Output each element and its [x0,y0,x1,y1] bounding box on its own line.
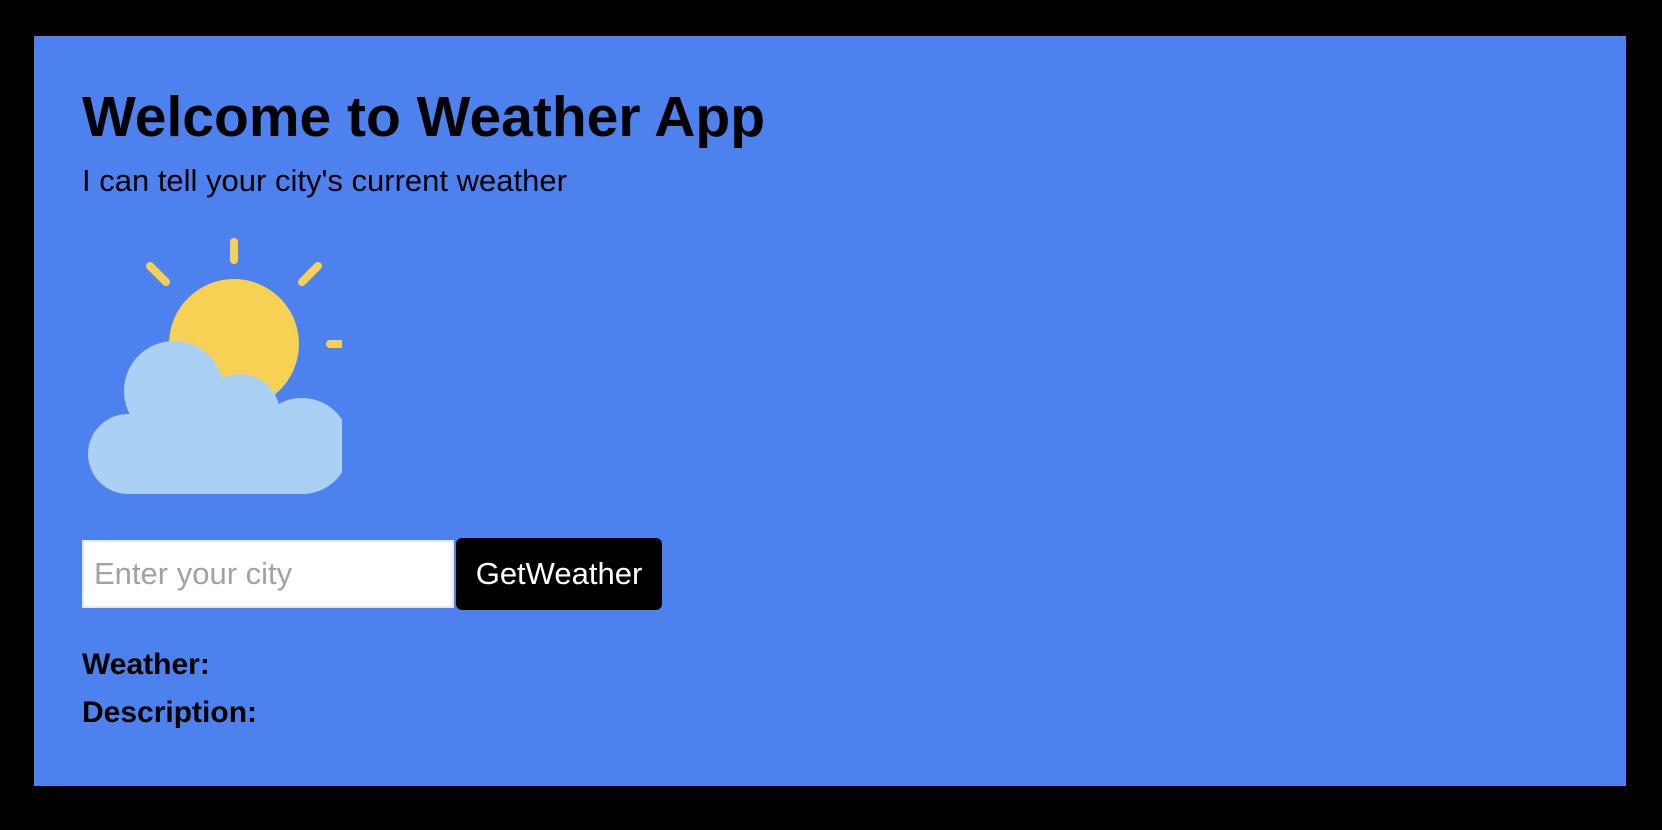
description-result: Description: [82,696,257,730]
partly-cloudy-icon [88,238,342,494]
weather-app-panel: Welcome to Weather App I can tell your c… [34,36,1626,786]
cloud-shape [88,341,342,494]
page-subtitle: I can tell your city's current weather [82,163,567,198]
city-input[interactable] [82,540,454,608]
page-title: Welcome to Weather App [82,85,766,149]
get-weather-button[interactable]: GetWeather [456,538,662,610]
weather-result: Weather: [82,648,210,682]
description-label: Description: [82,696,258,729]
weather-label: Weather: [82,648,210,681]
